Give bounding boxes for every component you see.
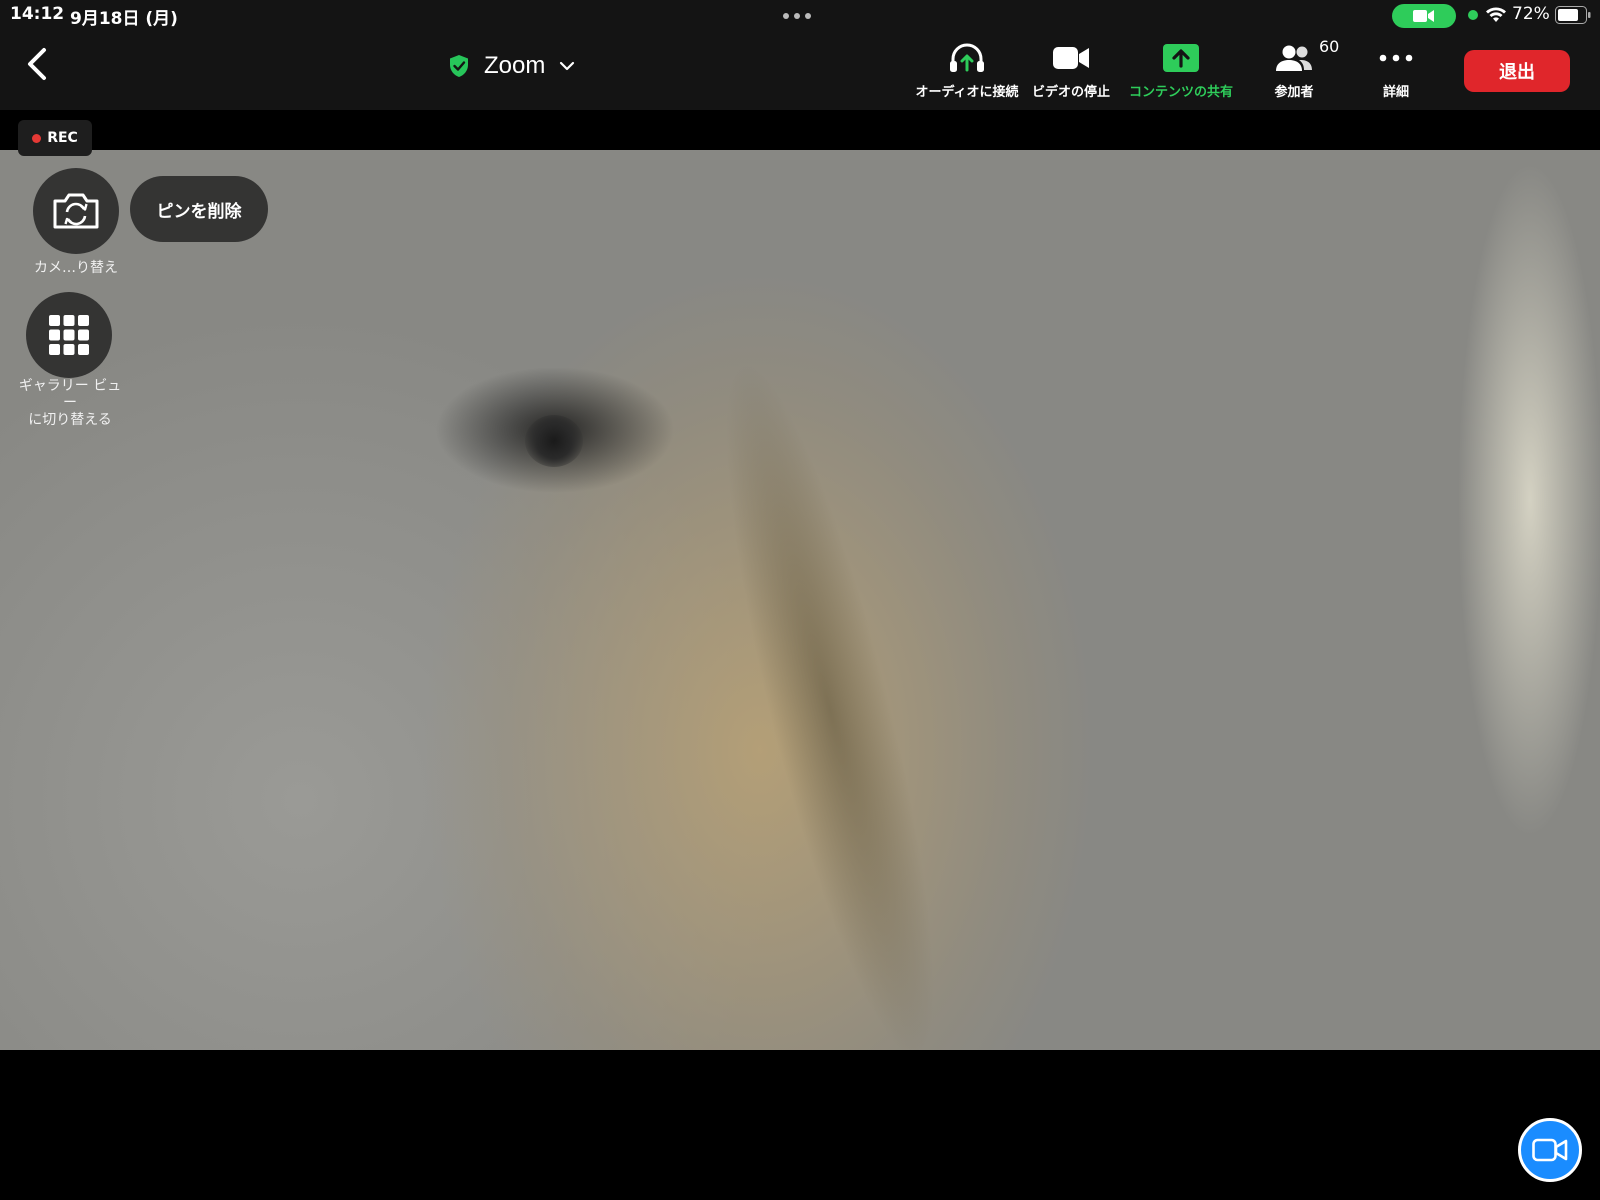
share-content-button[interactable]: コンテンツの共有	[1122, 40, 1240, 100]
video-dark-spot	[525, 415, 583, 467]
more-button[interactable]: 詳細	[1362, 40, 1430, 100]
gallery-view-label-line2: に切り替える	[28, 412, 112, 428]
audio-connect-button[interactable]: オーディオに接続	[914, 40, 1020, 100]
gallery-view-button[interactable]	[26, 292, 112, 378]
camera-in-use-icon	[1392, 4, 1456, 28]
video-shading	[684, 346, 976, 1050]
switch-camera-button[interactable]	[33, 168, 119, 254]
shield-check-icon	[450, 55, 468, 77]
audio-connect-label: オーディオに接続	[915, 85, 1019, 100]
stop-video-label: ビデオの停止	[1031, 85, 1110, 100]
ellipsis-icon	[1379, 54, 1413, 62]
status-date: 9月18日 (月)	[70, 9, 178, 29]
camera-rotate-icon	[53, 193, 99, 229]
floating-video-button[interactable]	[1518, 1118, 1582, 1182]
meeting-title: Zoom	[484, 52, 546, 79]
chevron-down-icon	[560, 61, 575, 71]
video-camera-icon	[1532, 1138, 1568, 1162]
recording-label: REC	[47, 130, 78, 146]
battery-icon	[1555, 6, 1591, 24]
back-button[interactable]	[22, 46, 56, 82]
battery-percentage: 72%	[1512, 4, 1550, 24]
headphones-icon	[950, 43, 984, 72]
recording-dot	[32, 133, 42, 143]
stop-video-button[interactable]: ビデオの停止	[1025, 40, 1117, 100]
status-bar: 14:12 9月18日 (月) 72%	[0, 0, 1600, 30]
meeting-toolbar: Zoom オーディオに接続 ビデオの停止 コンテンツの共有 60 参加者 詳細 …	[0, 30, 1600, 110]
zoom-meeting-screen: 14:12 9月18日 (月) 72% Zoom オーディオに接続 ビデオの停止…	[0, 0, 1600, 1200]
mic-indicator-dot	[1468, 10, 1478, 20]
more-label: 詳細	[1382, 85, 1409, 100]
participants-label: 参加者	[1274, 85, 1314, 100]
recording-badge: REC	[18, 120, 92, 156]
meeting-title-dropdown[interactable]: Zoom	[448, 50, 575, 82]
participants-count: 60	[1319, 37, 1340, 56]
gallery-view-label: ギャラリー ビュー に切り替える	[14, 378, 126, 429]
gallery-view-label-line1: ギャラリー ビュー	[18, 378, 122, 411]
status-time: 14:12	[10, 4, 65, 24]
share-content-label: コンテンツの共有	[1128, 85, 1233, 100]
multitasking-dots-icon[interactable]	[783, 13, 811, 19]
active-speaker-video[interactable]	[0, 150, 1600, 1050]
grid-icon	[49, 315, 89, 355]
switch-camera-label: カメ…り替え	[34, 260, 118, 276]
video-camera-icon	[1053, 47, 1089, 69]
unpin-button[interactable]: ピンを削除	[130, 176, 268, 242]
leave-meeting-button[interactable]: 退出	[1464, 50, 1570, 92]
wifi-icon	[1486, 7, 1506, 22]
participants-button[interactable]: 60 参加者	[1254, 37, 1339, 100]
people-icon	[1276, 45, 1312, 71]
video-highlight	[1420, 150, 1600, 1050]
share-arrow-up-icon	[1163, 44, 1199, 72]
